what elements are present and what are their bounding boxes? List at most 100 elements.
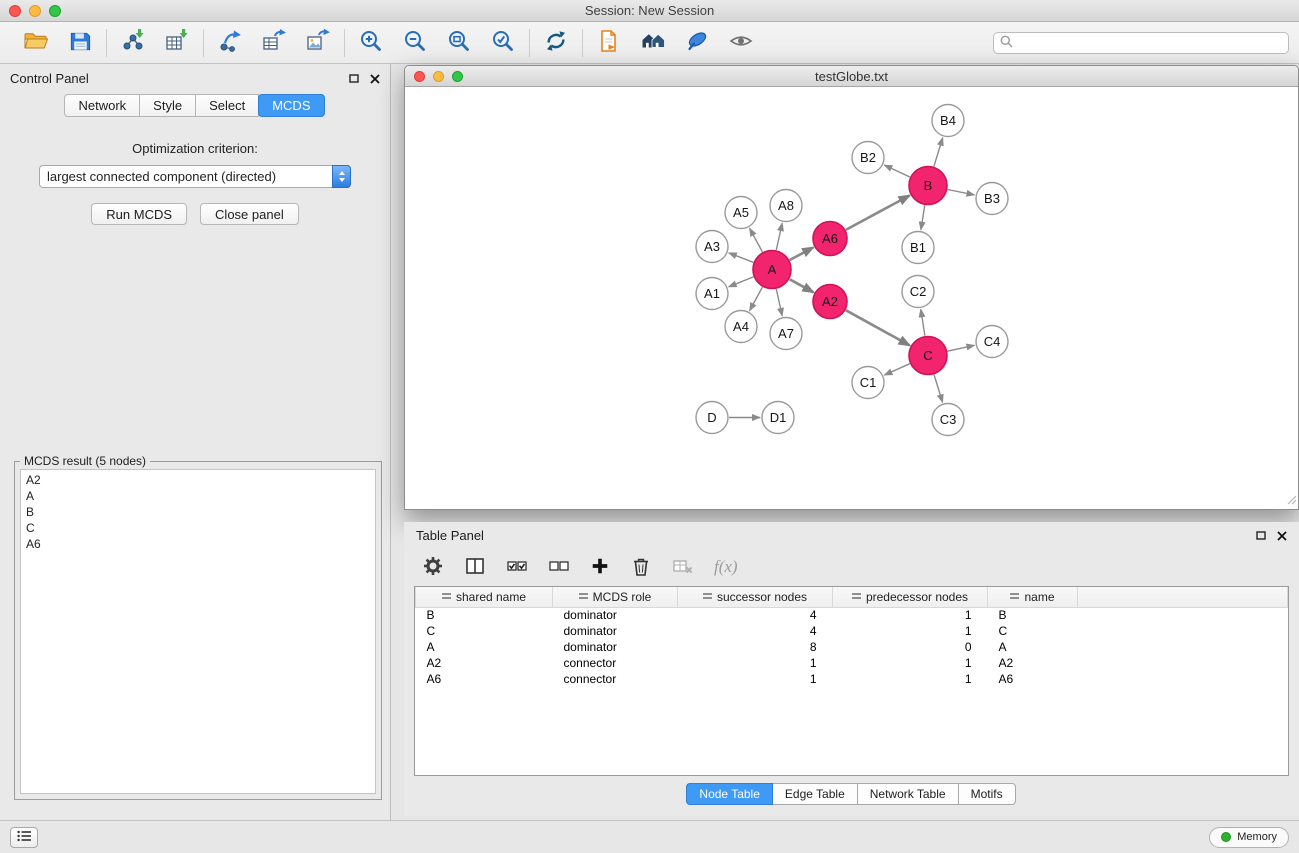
column-header-icon [852,593,861,601]
graph-node-label: C1 [860,375,877,390]
graph-node-B1[interactable]: B1 [902,232,934,264]
list-item[interactable]: A [21,488,375,504]
table-row[interactable]: Bdominator41B [416,607,1288,623]
graph-node-label: A4 [733,319,749,334]
table-row[interactable]: Adominator80A [416,639,1288,655]
delete-columns-button[interactable] [630,555,652,580]
table-row[interactable]: A6connector11A6 [416,671,1288,687]
float-table-panel-icon[interactable] [1256,530,1266,541]
close-panel-button[interactable]: Close panel [200,203,299,225]
search-box[interactable] [993,32,1289,54]
graph-node-B3[interactable]: B3 [976,183,1008,215]
mcds-result-list[interactable]: A2ABCA6 [20,469,376,794]
tab-network-table[interactable]: Network Table [857,783,959,805]
tab-motifs[interactable]: Motifs [958,783,1016,805]
network-canvas[interactable]: B4 B2 B B3 A5 A8 A6 B1 A3 A C2 A1 A2 A4 A7 C4 C C1 C3 D D1 [405,87,1298,509]
add-column-button[interactable] [590,556,610,579]
tab-node-table[interactable]: Node Table [686,783,773,805]
tab-edge-table[interactable]: Edge Table [772,783,858,805]
refresh-layout-icon [543,28,569,57]
tab-select[interactable]: Select [195,94,259,117]
zoom-out-button[interactable] [399,27,431,59]
zoom-fit-button[interactable] [443,27,475,59]
graph-node-C2[interactable]: C2 [902,276,934,308]
column-header-MCDS-role[interactable]: MCDS role [553,587,678,607]
column-header-filler [1078,587,1288,607]
graph-node-C[interactable]: C [909,337,947,375]
graph-node-B4[interactable]: B4 [932,105,964,137]
graph-node-A[interactable]: A [753,251,791,289]
show-panels-button[interactable] [10,827,38,848]
delete-table-button[interactable] [672,555,694,580]
function-builder-button[interactable]: f(x) [714,557,738,577]
graph-node-C4[interactable]: C4 [976,326,1008,358]
close-panel-icon[interactable] [370,73,380,84]
graph-node-A7[interactable]: A7 [770,318,802,350]
zoom-window-icon[interactable] [49,5,61,17]
float-panel-icon[interactable] [349,73,359,84]
graph-node-D1[interactable]: D1 [762,402,794,434]
table-row[interactable]: Cdominator41C [416,623,1288,639]
network-zoom-icon[interactable] [452,71,463,82]
network-minimize-icon[interactable] [433,71,444,82]
graph-node-A6[interactable]: A6 [813,222,847,256]
graph-node-A1[interactable]: A1 [696,278,728,310]
search-icon [1000,35,1013,51]
graph-node-A2[interactable]: A2 [813,285,847,319]
optimization-dropdown[interactable]: largest connected component (directed) [39,165,351,188]
import-network-button[interactable] [117,27,149,59]
graph-node-D[interactable]: D [696,402,728,434]
graph-node-A3[interactable]: A3 [696,231,728,263]
node-table-wrapper[interactable]: shared nameMCDS rolesuccessor nodesprede… [414,586,1289,776]
table-row[interactable]: A2connector11A2 [416,655,1288,671]
list-item[interactable]: A6 [21,536,375,552]
graph-node-B2[interactable]: B2 [852,142,884,174]
graph-node-A8[interactable]: A8 [770,190,802,222]
export-image-button[interactable] [302,27,334,59]
graph-node-B[interactable]: B [909,167,947,205]
zoom-in-button[interactable] [355,27,387,59]
list-item[interactable]: B [21,504,375,520]
tab-network[interactable]: Network [64,94,140,117]
run-mcds-button[interactable]: Run MCDS [91,203,187,225]
open-session-button[interactable] [20,27,52,59]
column-header-predecessor-nodes[interactable]: predecessor nodes [833,587,988,607]
open-document-button[interactable] [593,27,625,59]
apply-layout-button[interactable] [540,27,572,59]
import-table-button[interactable] [161,27,193,59]
select-all-button[interactable] [506,555,528,580]
list-item[interactable]: A2 [21,472,375,488]
table-mode-button[interactable] [422,555,444,580]
memory-status-dot [1221,832,1231,842]
graph-node-C3[interactable]: C3 [932,404,964,436]
show-columns-button[interactable] [464,555,486,580]
tab-style[interactable]: Style [139,94,196,117]
apply-style-button[interactable] [681,27,713,59]
close-window-icon[interactable] [9,5,21,17]
tab-mcds[interactable]: MCDS [258,94,324,117]
close-table-panel-icon[interactable] [1277,530,1287,541]
memory-button[interactable]: Memory [1209,827,1289,848]
graph-node-A5[interactable]: A5 [725,197,757,229]
main-toolbar [0,22,1299,64]
graph-node-C1[interactable]: C1 [852,367,884,399]
column-header-successor-nodes[interactable]: successor nodes [678,587,833,607]
zoom-out-icon [402,28,428,57]
list-item[interactable]: C [21,520,375,536]
network-window-titlebar[interactable]: testGlobe.txt [405,66,1298,87]
window-titlebar[interactable]: Session: New Session [0,0,1299,22]
column-header-name[interactable]: name [988,587,1078,607]
network-close-icon[interactable] [414,71,425,82]
graph-node-A4[interactable]: A4 [725,311,757,343]
search-input[interactable] [1018,36,1282,50]
deselect-all-button[interactable] [548,555,570,580]
export-table-button[interactable] [258,27,290,59]
zoom-selected-button[interactable] [487,27,519,59]
ndex-home-button[interactable] [637,27,669,59]
minimize-window-icon[interactable] [29,5,41,17]
export-network-button[interactable] [214,27,246,59]
save-session-button[interactable] [64,27,96,59]
column-header-shared-name[interactable]: shared name [416,587,553,607]
graphics-details-button[interactable] [725,27,757,59]
resize-grip-icon[interactable] [1287,493,1297,508]
